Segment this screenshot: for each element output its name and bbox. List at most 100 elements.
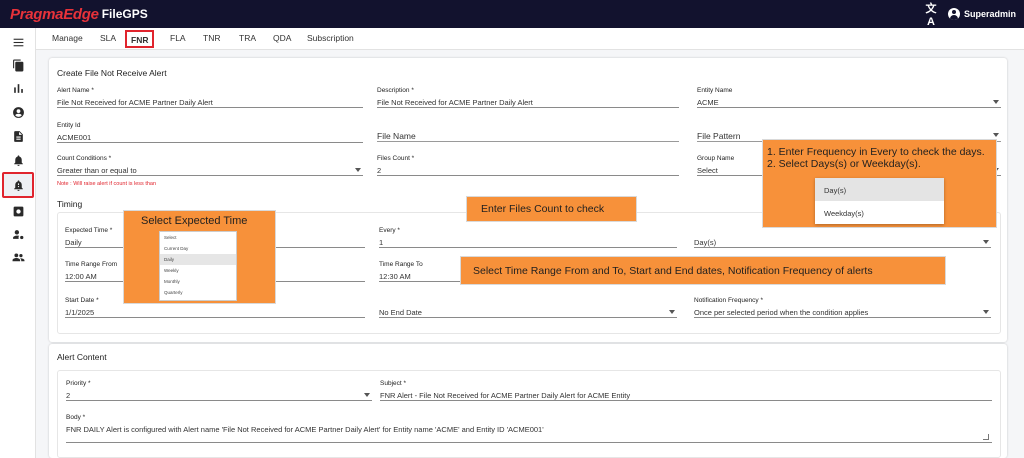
- expected-time-options-menu: Select Current Day Daily Weekly Monthly …: [159, 231, 237, 301]
- bar-chart-icon[interactable]: [4, 77, 32, 99]
- alert-name-input[interactable]: File Not Received for ACME Partner Daily…: [57, 96, 363, 108]
- expected-time-option-selected[interactable]: Daily: [160, 254, 236, 265]
- chevron-down-icon: [993, 100, 999, 104]
- notification-frequency-label: Notification Frequency *: [694, 297, 764, 304]
- entity-name-select[interactable]: ACME: [697, 96, 1001, 108]
- every-unit-options-menu: Day(s) Weekday(s): [815, 178, 944, 224]
- sidebar: [0, 28, 36, 458]
- entity-name-field: Entity Name ACME: [697, 87, 1001, 108]
- chevron-down-icon: [983, 310, 989, 314]
- description-field: Description * File Not Received for ACME…: [377, 87, 679, 108]
- files-icon[interactable]: [4, 54, 32, 76]
- account-circle-icon: [947, 8, 960, 20]
- subject-label: Subject *: [380, 380, 407, 387]
- end-date-select[interactable]: No End Date: [379, 306, 677, 318]
- expected-time-value: Daily: [65, 238, 82, 247]
- entity-id-label: Entity Id: [57, 122, 81, 129]
- priority-field: Priority * 2: [66, 380, 372, 401]
- file-name-input[interactable]: File Name: [377, 129, 679, 142]
- user-settings-icon[interactable]: [4, 223, 32, 245]
- every-input[interactable]: 1: [379, 236, 677, 248]
- bell-alert-active-icon[interactable]: [2, 172, 34, 198]
- subject-input[interactable]: FNR Alert - File Not Received for ACME P…: [380, 389, 992, 401]
- expected-time-option[interactable]: Monthly: [160, 276, 236, 287]
- tab-fnr[interactable]: FNR: [125, 30, 155, 48]
- resize-handle-icon[interactable]: [983, 434, 989, 440]
- callout-time-range-text: Select Time Range From and To, Start and…: [473, 265, 873, 277]
- tab-tnr[interactable]: TNR: [203, 33, 220, 43]
- group-name-value: Select: [697, 166, 718, 175]
- expected-time-option[interactable]: Current Day: [160, 243, 236, 254]
- file-pattern-label: File Pattern: [697, 131, 741, 141]
- every-unit-field: Day(s): [694, 236, 991, 248]
- product-name: FileGPS: [101, 7, 148, 21]
- callout-frequency-line2: 2. Select Days(s) or Weekday(s).: [767, 158, 921, 170]
- callout-expected-time-text: Select Expected Time: [141, 215, 248, 227]
- chevron-down-icon: [669, 310, 675, 314]
- notification-frequency-value: Once per selected period when the condit…: [694, 308, 869, 317]
- tab-sla[interactable]: SLA: [100, 33, 116, 43]
- callout-frequency: 1. Enter Frequency in Every to check the…: [762, 139, 997, 228]
- tab-manage[interactable]: Manage: [52, 33, 83, 43]
- alert-content-panel: Priority * 2 Subject * FNR Alert - File …: [57, 370, 1001, 458]
- file-name-field: File Name: [377, 129, 679, 142]
- every-unit-option-selected[interactable]: Day(s): [815, 178, 944, 201]
- chevron-down-icon: [355, 168, 361, 172]
- callout-files-count: Enter Files Count to check: [466, 196, 637, 222]
- alert-content-title: Alert Content: [57, 352, 107, 362]
- alert-name-label: Alert Name *: [57, 87, 94, 94]
- description-input[interactable]: File Not Received for ACME Partner Daily…: [377, 96, 679, 108]
- form-title: Create File Not Receive Alert: [57, 68, 167, 78]
- topbar-actions: 文A Superadmin: [922, 0, 1016, 28]
- count-conditions-label: Count Conditions *: [57, 155, 112, 162]
- account-icon[interactable]: [4, 101, 32, 123]
- user-menu[interactable]: Superadmin: [947, 8, 1016, 20]
- callout-frequency-line1: 1. Enter Frequency in Every to check the…: [767, 146, 985, 158]
- start-date-input[interactable]: 1/1/2025: [65, 306, 365, 318]
- files-count-label: Files Count *: [377, 155, 415, 162]
- chevron-down-icon: [364, 393, 370, 397]
- expected-time-option[interactable]: Select: [160, 232, 236, 243]
- settings-box-icon[interactable]: [4, 200, 32, 222]
- bell-alert-icon[interactable]: [4, 149, 32, 171]
- notification-frequency-field: Notification Frequency * Once per select…: [694, 297, 991, 318]
- menu-icon[interactable]: [4, 31, 32, 53]
- entity-id-input[interactable]: ACME001: [57, 131, 363, 143]
- callout-expected-time: Select Expected Time Select Current Day …: [123, 210, 276, 304]
- files-count-field: Files Count * 2: [377, 155, 679, 176]
- expected-time-option[interactable]: Quarterly: [160, 287, 236, 298]
- files-count-input[interactable]: 2: [377, 164, 679, 176]
- file-name-label: File Name: [377, 131, 416, 141]
- every-unit-value: Day(s): [694, 238, 717, 247]
- body-textarea[interactable]: FNR DAILY Alert is configured with Alert…: [66, 423, 992, 443]
- priority-select[interactable]: 2: [66, 389, 372, 401]
- description-label: Description *: [377, 87, 414, 94]
- tab-bar: Manage SLA FNR FLA TNR TRA QDA Subscript…: [36, 28, 1024, 50]
- tab-fla[interactable]: FLA: [170, 33, 186, 43]
- body-field: Body * FNR DAILY Alert is configured wit…: [66, 414, 992, 443]
- expected-time-option[interactable]: Weekly: [160, 265, 236, 276]
- chevron-down-icon: [983, 240, 989, 244]
- tab-qda[interactable]: QDA: [273, 33, 291, 43]
- tab-tra[interactable]: TRA: [239, 33, 256, 43]
- every-unit-option[interactable]: Weekday(s): [815, 201, 944, 224]
- every-field: Every * 1: [379, 227, 677, 248]
- end-date-field: No End Date: [379, 306, 677, 318]
- body-label: Body *: [66, 414, 86, 421]
- chevron-down-icon: [993, 133, 999, 137]
- every-label: Every *: [379, 227, 400, 234]
- entity-name-label: Entity Name: [697, 87, 733, 94]
- every-unit-select[interactable]: Day(s): [694, 236, 991, 248]
- tab-subscription[interactable]: Subscription: [307, 33, 354, 43]
- timing-title: Timing: [57, 199, 83, 209]
- translate-icon[interactable]: 文A: [922, 0, 940, 28]
- notification-frequency-select[interactable]: Once per selected period when the condit…: [694, 306, 991, 318]
- document-icon[interactable]: [4, 125, 32, 147]
- top-bar: PragmaEdge FileGPS 文A Superadmin: [0, 0, 1024, 28]
- group-icon[interactable]: [4, 246, 32, 268]
- priority-value: 2: [66, 391, 71, 400]
- count-conditions-field: Count Conditions * Greater than or equal…: [57, 155, 363, 176]
- brand-logo[interactable]: PragmaEdge: [10, 6, 99, 23]
- priority-label: Priority *: [66, 380, 91, 387]
- count-conditions-select[interactable]: Greater than or equal to: [57, 164, 363, 176]
